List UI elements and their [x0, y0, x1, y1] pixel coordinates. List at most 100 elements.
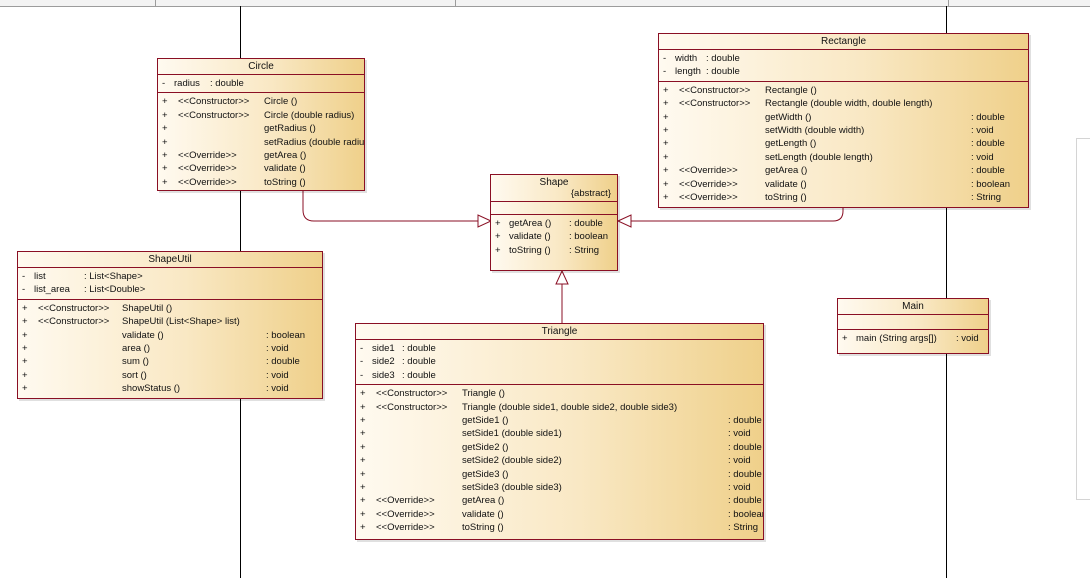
attribute-row: - radius : double [162, 78, 244, 89]
operation-vis: + [360, 388, 366, 400]
operation-name: Rectangle (double width, double length) [765, 98, 933, 110]
operation-ret: : void [728, 481, 751, 493]
operation-vis: + [162, 109, 168, 121]
operation-name: main (String args[]) [856, 333, 937, 344]
operations-compartment: + getArea (): double + validate (): boolean… [491, 215, 617, 259]
operation-name: getArea () [264, 149, 307, 161]
operation-vis: + [22, 342, 28, 354]
operation-row: +getRadius (): double [158, 122, 364, 135]
attributes-compartment: - radius : double [158, 75, 364, 94]
operation-row: + sum (): double [18, 355, 322, 368]
operation-vis: + [22, 329, 28, 341]
class-header: Shape {abstract} [491, 175, 617, 202]
operation-name: validate () [462, 508, 504, 520]
operation-ret: : double [569, 218, 603, 229]
operation-vis: + [22, 383, 28, 395]
attributes-compartment [491, 202, 617, 215]
operation-name: getSide3 () [462, 468, 509, 480]
operation-row: + <<Constructor>> ShapeUtil () [18, 302, 322, 315]
operation-ret: : double [728, 495, 762, 507]
operation-row: + validate (): boolean [491, 230, 617, 243]
operation-row: +<<Override>>validate (): boolean [158, 162, 364, 175]
class-rectangle[interactable]: Rectangle - width : double - length : do… [658, 33, 1029, 208]
operation-name: setSide2 (double side2) [462, 455, 562, 467]
attribute-row: - side2 : double [360, 356, 436, 368]
operation-name: toString () [509, 244, 551, 256]
operation-vis: + [360, 428, 366, 440]
operation-stereo: <<Constructor>> [178, 96, 250, 108]
inheritance-arrow-rectangle [616, 214, 632, 228]
operation-stereo: <<Override>> [679, 165, 738, 177]
operation-ret: : double [971, 111, 1005, 123]
operation-name: getArea () [509, 218, 552, 229]
operation-row: + setWidth (double width): void [659, 124, 1028, 137]
operation-row: + getSide3 () : double [356, 468, 763, 481]
operation-ret: : void [728, 455, 751, 467]
operation-vis: + [162, 163, 168, 175]
operation-name: toString () [264, 176, 306, 188]
operation-name: ShapeUtil (List<Shape> list) [122, 316, 240, 328]
operation-name: showStatus () [122, 383, 181, 395]
operation-name: setLength (double length) [765, 151, 873, 163]
operation-vis: + [842, 333, 848, 344]
class-name: Main [838, 299, 988, 315]
operation-vis: + [663, 178, 669, 190]
operation-row: + area (): void [18, 342, 322, 355]
operation-vis: + [663, 84, 669, 96]
operation-vis: + [162, 149, 168, 161]
operation-row: + <<Constructor>> ShapeUtil (List<Shape> l… [18, 315, 322, 328]
operation-row: +<<Override>>toString (): String [356, 521, 763, 534]
operations-compartment: + <<Constructor>> Rectangle () + <<Construct… [659, 82, 1028, 207]
operation-name: toString () [462, 522, 504, 534]
operation-ret: : void [971, 124, 994, 136]
operation-ret: : double [728, 468, 762, 480]
attributes-compartment: - side1 : double - side2 : double - side… [356, 340, 763, 386]
operation-row: + getSide1 (): double [356, 414, 763, 427]
operation-name: ShapeUtil () [122, 302, 173, 314]
operation-stereo: <<Override>> [178, 163, 237, 175]
operation-row: +setRadius (double radius): void [158, 136, 364, 149]
operation-stereo: <<Constructor>> [38, 316, 110, 328]
operation-stereo: <<Constructor>> [679, 84, 751, 96]
operation-ret: : boolean [971, 178, 1011, 190]
class-shape[interactable]: Shape {abstract} + getArea (): double + val… [490, 174, 618, 271]
operation-vis: + [162, 136, 168, 148]
operation-vis: + [360, 455, 366, 467]
operation-vis: + [360, 468, 366, 480]
attributes-compartment [838, 315, 988, 330]
operation-row: + <<Constructor>> Circle () [158, 95, 364, 108]
operation-row: + sort (): void [18, 369, 322, 382]
operation-stereo: <<Constructor>> [376, 401, 448, 413]
operation-ret: : void [956, 333, 979, 344]
operation-name: getSide1 () [462, 414, 509, 426]
operation-row: +<<Override>>toString (): String [158, 176, 364, 189]
operation-row: +<<Override>>toString (): String [659, 191, 1028, 204]
operation-name: toString () [765, 191, 807, 203]
operation-ret: : double [971, 138, 1005, 150]
operation-name: sort () [122, 369, 147, 381]
class-name: Rectangle [659, 34, 1028, 50]
operation-row: + getSide2 (): double [356, 441, 763, 454]
operation-stereo: <<Constructor>> [178, 109, 250, 121]
operation-stereo: <<Constructor>> [679, 98, 751, 110]
class-triangle[interactable]: Triangle - side1 : double - side2 : doub… [355, 323, 764, 540]
operation-stereo: <<Constructor>> [376, 388, 448, 400]
abstract-modifier: {abstract} [570, 188, 611, 199]
class-name: Triangle [356, 324, 763, 340]
attribute-row: - side3 : double [360, 369, 436, 381]
operation-name: getSide2 () [462, 441, 509, 453]
operation-row: + setSide1 (double side1): void [356, 427, 763, 440]
operation-row: + getWidth (): double [659, 111, 1028, 124]
class-circle[interactable]: Circle - radius : double + <<Constructor>… [157, 58, 365, 191]
operation-name: validate () [509, 231, 551, 243]
operations-compartment: + <<Constructor>> Circle () + <<Constructor>… [158, 93, 364, 190]
operation-name: Circle (double radius) [264, 109, 355, 121]
class-main[interactable]: Main + main (String args[]) : void [837, 298, 989, 354]
operation-stereo: <<Override>> [376, 522, 435, 534]
operation-name: getArea () [462, 495, 505, 507]
operation-ret: : void [266, 342, 289, 354]
operation-vis: + [360, 522, 366, 534]
attribute-row: - side1 : double [360, 343, 436, 354]
class-shapeutil[interactable]: ShapeUtil - list : List<Shape> - list_ar… [17, 251, 323, 399]
inheritance-arrow-triangle [555, 269, 569, 285]
